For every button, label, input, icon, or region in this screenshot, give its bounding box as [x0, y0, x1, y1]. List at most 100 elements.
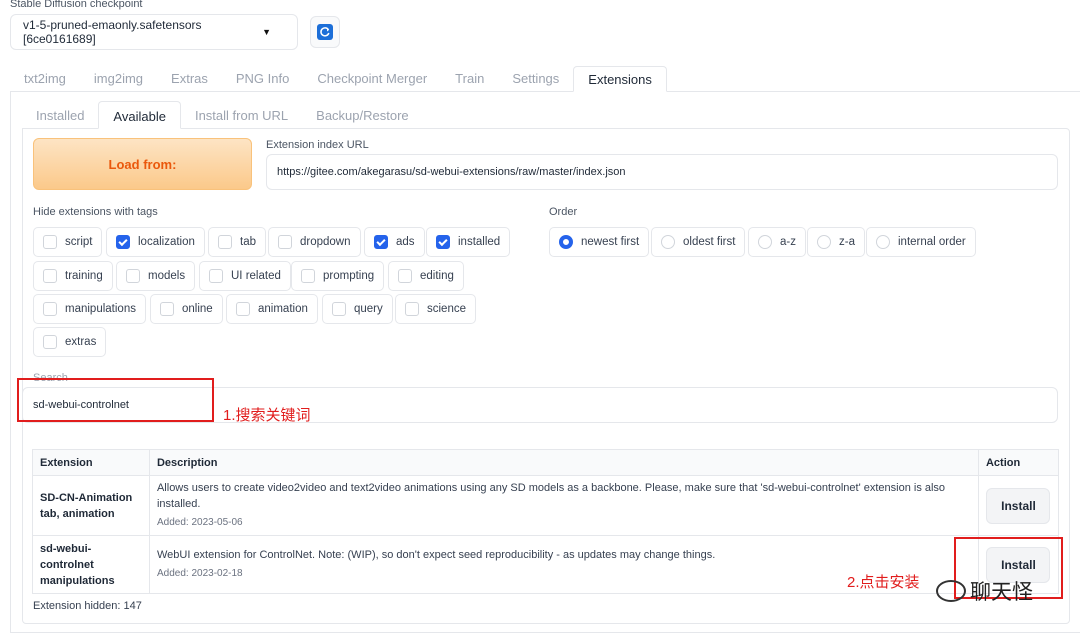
load-from-button[interactable]: Load from:: [33, 138, 252, 190]
checkpoint-dropdown[interactable]: v1-5-pruned-emaonly.safetensors [6ce0161…: [10, 14, 298, 50]
tag-tab[interactable]: tab: [208, 227, 266, 257]
tag-manipulations[interactable]: manipulations: [33, 294, 146, 324]
order-option-label: internal order: [898, 236, 966, 248]
tag-query[interactable]: query: [322, 294, 393, 324]
table-row: SD-CN-Animation tab, animation Allows us…: [32, 475, 1060, 536]
extension-tags: tab, animation: [40, 507, 115, 520]
order-option-label: z-a: [839, 236, 855, 248]
chat-bubble-icon: [936, 580, 966, 602]
tab-extras[interactable]: Extras: [157, 66, 222, 92]
extension-description: Allows users to create video2video and t…: [156, 482, 946, 510]
checkbox-icon: [301, 269, 315, 283]
tag-localization[interactable]: localization: [106, 227, 205, 257]
order-oldest-first[interactable]: oldest first: [651, 227, 746, 257]
checkbox-icon: [236, 302, 250, 316]
tag-installed[interactable]: installed: [426, 227, 511, 257]
tag-label: models: [148, 270, 186, 282]
watermark: 聊天怪: [936, 576, 1033, 606]
extension-name-link[interactable]: sd-webui-controlnet: [40, 541, 120, 573]
tag-ads[interactable]: ads: [364, 227, 425, 257]
extension-cell: sd-webui-controlnet manipulations: [32, 535, 150, 594]
tag-label: query: [354, 303, 383, 315]
tab-extensions[interactable]: Extensions: [573, 66, 667, 92]
tag-label: tab: [240, 236, 256, 248]
radio-icon: [661, 235, 675, 249]
tag-online[interactable]: online: [150, 294, 223, 324]
checkbox-icon: [43, 302, 57, 316]
order-a-z[interactable]: a-z: [748, 227, 806, 257]
order-z-a[interactable]: z-a: [807, 227, 865, 257]
tag-label: online: [182, 303, 213, 315]
extension-description: WebUI extension for ControlNet. Note: (W…: [156, 549, 716, 561]
tag-script[interactable]: script: [33, 227, 103, 257]
checkpoint-label: Stable Diffusion checkpoint: [10, 0, 143, 10]
tag-editing[interactable]: editing: [388, 261, 464, 291]
watermark-text: 聊天怪: [970, 581, 1033, 604]
tag-models[interactable]: models: [116, 261, 196, 291]
tag-extras[interactable]: extras: [33, 327, 107, 357]
tag-label: installed: [458, 236, 501, 248]
tab-img2img[interactable]: img2img: [80, 66, 157, 92]
radio-icon: [758, 235, 772, 249]
tag-label: editing: [420, 270, 454, 282]
description-cell: Allows users to create video2video and t…: [148, 475, 979, 536]
checkbox-icon: [160, 302, 174, 316]
index-url-input[interactable]: https://gitee.com/akegarasu/sd-webui-ext…: [266, 154, 1058, 190]
tab-checkpoint-merger[interactable]: Checkpoint Merger: [303, 66, 441, 92]
tag-label: extras: [65, 336, 97, 348]
extension-cell: SD-CN-Animation tab, animation: [32, 475, 150, 536]
tag-label: training: [65, 270, 103, 282]
tab-backup-restore[interactable]: Backup/Restore: [302, 101, 423, 129]
tag-label: localization: [138, 236, 195, 248]
checkbox-checked-icon: [436, 235, 450, 249]
tab-available[interactable]: Available: [98, 101, 181, 129]
column-header-description: Description: [148, 449, 979, 476]
tab-txt2img[interactable]: txt2img: [10, 66, 80, 92]
refresh-button[interactable]: [310, 16, 340, 48]
hide-tags-label: Hide extensions with tags: [33, 206, 158, 218]
tab-train[interactable]: Train: [441, 66, 498, 92]
tag-label: dropdown: [300, 236, 351, 248]
column-header-extension: Extension: [32, 449, 150, 476]
install-button[interactable]: Install: [986, 487, 1051, 524]
tab-install-from-url[interactable]: Install from URL: [181, 101, 302, 129]
main-tabs: txt2img img2img Extras PNG Info Checkpoi…: [10, 66, 667, 92]
hidden-count: Extension hidden: 147: [33, 600, 142, 612]
checkbox-icon: [43, 235, 57, 249]
tab-png-info[interactable]: PNG Info: [222, 66, 303, 92]
tag-label: science: [427, 303, 466, 315]
index-url-label: Extension index URL: [266, 139, 369, 151]
tab-settings[interactable]: Settings: [498, 66, 573, 92]
checkbox-icon: [43, 269, 57, 283]
order-option-label: newest first: [581, 236, 640, 248]
checkbox-icon: [209, 269, 223, 283]
checkbox-icon: [126, 269, 140, 283]
tag-dropdown[interactable]: dropdown: [268, 227, 361, 257]
extension-name-link[interactable]: SD-CN-Animation: [40, 490, 142, 506]
order-newest-first[interactable]: newest first: [549, 227, 650, 257]
tag-label: animation: [258, 303, 308, 315]
checkbox-icon: [398, 269, 412, 283]
tag-label: UI related: [231, 270, 281, 282]
extension-sub-tabs: Installed Available Install from URL Bac…: [22, 101, 423, 129]
checkbox-checked-icon: [116, 235, 130, 249]
order-option-label: oldest first: [683, 236, 736, 248]
checkbox-icon: [43, 335, 57, 349]
checkpoint-value: v1-5-pruned-emaonly.safetensors [6ce0161…: [23, 18, 202, 46]
tag-training[interactable]: training: [33, 261, 113, 291]
column-header-action: Action: [977, 449, 1060, 476]
tag-prompting[interactable]: prompting: [291, 261, 385, 291]
tab-installed[interactable]: Installed: [22, 101, 98, 129]
tag-label: ads: [396, 236, 415, 248]
chevron-down-icon: ▼: [262, 27, 271, 37]
radio-icon: [876, 235, 890, 249]
annotation-box-search: [17, 378, 214, 422]
tag-ui-related[interactable]: UI related: [199, 261, 291, 291]
refresh-icon: [317, 24, 333, 40]
tag-animation[interactable]: animation: [226, 294, 318, 324]
order-internal-order[interactable]: internal order: [866, 227, 976, 257]
extension-added-date: Added: 2023-05-06: [156, 517, 243, 528]
annotation-step-1: 1.搜索关键词: [223, 407, 311, 424]
tag-label: manipulations: [65, 303, 136, 315]
tag-science[interactable]: science: [395, 294, 476, 324]
